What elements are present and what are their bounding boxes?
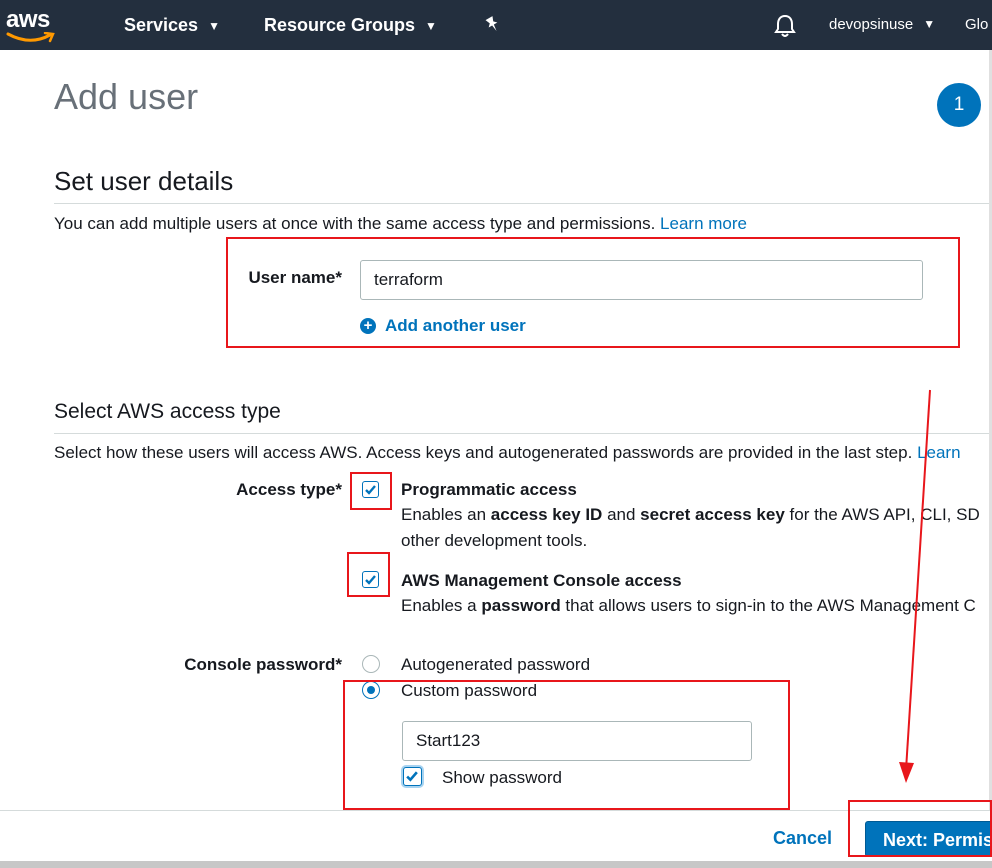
custom-password-input[interactable]: [402, 721, 752, 761]
show-password-label: Show password: [442, 768, 563, 787]
desc-bold: password: [481, 596, 561, 615]
console-password-label: Console password*: [184, 655, 342, 674]
bell-icon[interactable]: [772, 13, 798, 44]
console-access-description: Enables a password that allows users to …: [401, 593, 976, 619]
console-access-title: AWS Management Console access: [401, 571, 682, 590]
access-type-description: Select how these users will access AWS. …: [54, 443, 961, 463]
programmatic-access-description: Enables an access key ID and secret acce…: [401, 502, 980, 554]
programmatic-access-checkbox[interactable]: [362, 481, 379, 498]
username-label: User name*: [248, 268, 342, 287]
account-menu[interactable]: devopsinuse ▼: [829, 0, 935, 50]
desc-text: other development tools.: [401, 531, 588, 550]
add-another-user-button[interactable]: + Add another user: [360, 316, 526, 336]
description-text: Select how these users will access AWS. …: [54, 443, 913, 462]
smile-icon: [6, 32, 55, 43]
desc-text: Enables an: [401, 505, 491, 524]
learn-more-link[interactable]: Learn: [917, 443, 960, 462]
horizontal-scrollbar[interactable]: [0, 861, 992, 868]
description-text: You can add multiple users at once with …: [54, 214, 656, 233]
console-access-checkbox[interactable]: [362, 571, 379, 588]
aws-logo[interactable]: aws: [6, 6, 58, 43]
show-password-checkbox[interactable]: [403, 767, 422, 786]
username-input[interactable]: [360, 260, 923, 300]
chevron-down-icon: ▼: [208, 19, 220, 33]
programmatic-access-title: Programmatic access: [401, 480, 577, 499]
plus-circle-icon: +: [360, 318, 376, 334]
desc-text: and: [602, 505, 641, 524]
user-details-description: You can add multiple users at once with …: [54, 214, 747, 234]
top-navigation: aws Services ▼ Resource Groups ▼ devopsinu…: [0, 0, 992, 50]
cancel-button[interactable]: Cancel: [773, 828, 832, 849]
checkmark-icon: [365, 575, 376, 585]
learn-more-link[interactable]: Learn more: [660, 214, 747, 233]
next-permissions-button[interactable]: Next: Permissions: [865, 821, 992, 857]
chevron-down-icon: ▼: [923, 17, 936, 31]
divider: [54, 433, 992, 434]
page-title: Add user: [54, 76, 199, 117]
desc-text: that allows users to sign-in to the AWS …: [560, 596, 976, 615]
services-label: Services: [124, 15, 199, 35]
user-details-heading: Set user details: [54, 166, 234, 196]
account-name: devopsinuse: [829, 16, 914, 33]
checkmark-icon: [406, 771, 418, 782]
custom-password-label: Custom password: [401, 681, 538, 700]
add-another-user-label: Add another user: [385, 316, 526, 335]
access-type-heading: Select AWS access type: [54, 400, 281, 423]
desc-text: Enables a: [401, 596, 482, 615]
region-label: Glo: [965, 16, 989, 33]
custom-password-radio[interactable]: [362, 681, 380, 699]
desc-text: for the AWS API, CLI, SD: [784, 505, 980, 524]
autogenerated-password-label: Autogenerated password: [401, 655, 591, 674]
resource-groups-label: Resource Groups: [264, 15, 416, 35]
pin-icon[interactable]: [483, 15, 503, 40]
region-menu[interactable]: Glo: [965, 0, 988, 50]
autogenerated-password-radio[interactable]: [362, 655, 380, 673]
desc-bold: secret access key: [640, 505, 785, 524]
step-badge[interactable]: 1: [937, 83, 981, 127]
wizard-footer: [0, 810, 992, 861]
divider: [54, 203, 992, 204]
logo-text: aws: [6, 6, 50, 33]
services-menu[interactable]: Services ▼: [124, 0, 220, 50]
checkmark-icon: [365, 485, 376, 495]
chevron-down-icon: ▼: [425, 19, 437, 33]
access-type-label: Access type*: [236, 480, 342, 499]
resource-groups-menu[interactable]: Resource Groups ▼: [264, 0, 437, 50]
desc-bold: access key ID: [490, 505, 603, 524]
